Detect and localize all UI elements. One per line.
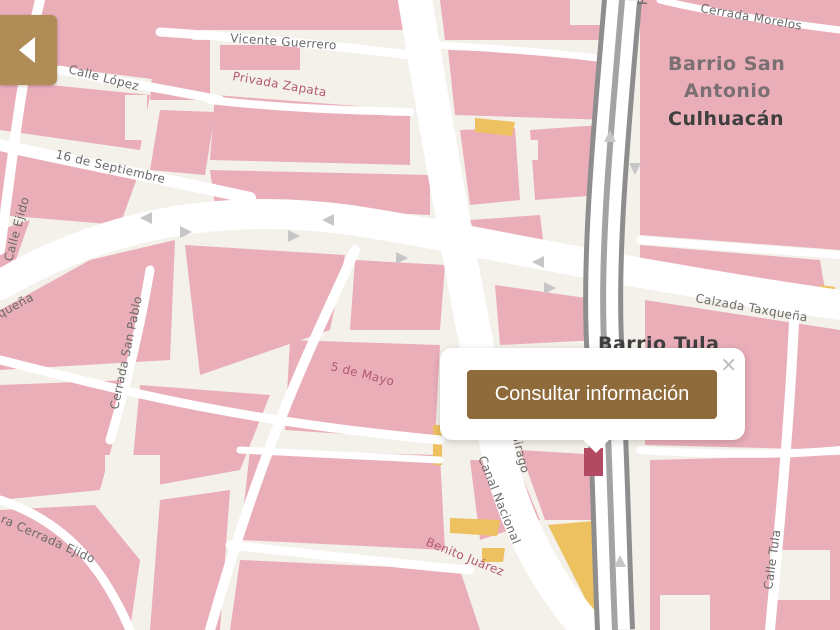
block bbox=[350, 260, 445, 330]
chevron-left-icon bbox=[18, 37, 35, 63]
district-label-san-antonio-1: Barrio San bbox=[668, 53, 785, 75]
close-icon[interactable]: × bbox=[720, 350, 737, 378]
highway bbox=[583, 0, 642, 630]
open-area bbox=[125, 95, 147, 140]
block bbox=[240, 450, 445, 550]
map-canvas[interactable]: Cerrada Morelos Vicente Guerrero Calle L… bbox=[0, 0, 840, 630]
street-label-highway-fragment: R bbox=[636, 0, 650, 5]
info-popup: × Consultar información bbox=[440, 348, 745, 453]
highlight-parcel bbox=[450, 518, 500, 536]
block bbox=[150, 110, 215, 175]
district-label-san-antonio-3: Culhuacán bbox=[668, 108, 784, 130]
district-label-san-antonio-2: Antonio bbox=[684, 80, 771, 102]
block bbox=[448, 50, 610, 120]
popup-tail bbox=[582, 439, 610, 453]
open-area bbox=[520, 140, 538, 160]
block bbox=[300, 0, 410, 30]
consultar-informacion-button[interactable]: Consultar información bbox=[467, 370, 717, 419]
street-east bbox=[636, 446, 840, 458]
open-area bbox=[660, 595, 710, 630]
block bbox=[460, 128, 520, 205]
back-button[interactable] bbox=[0, 15, 57, 85]
map-view[interactable]: Cerrada Morelos Vicente Guerrero Calle L… bbox=[0, 0, 840, 630]
open-area bbox=[105, 455, 160, 500]
